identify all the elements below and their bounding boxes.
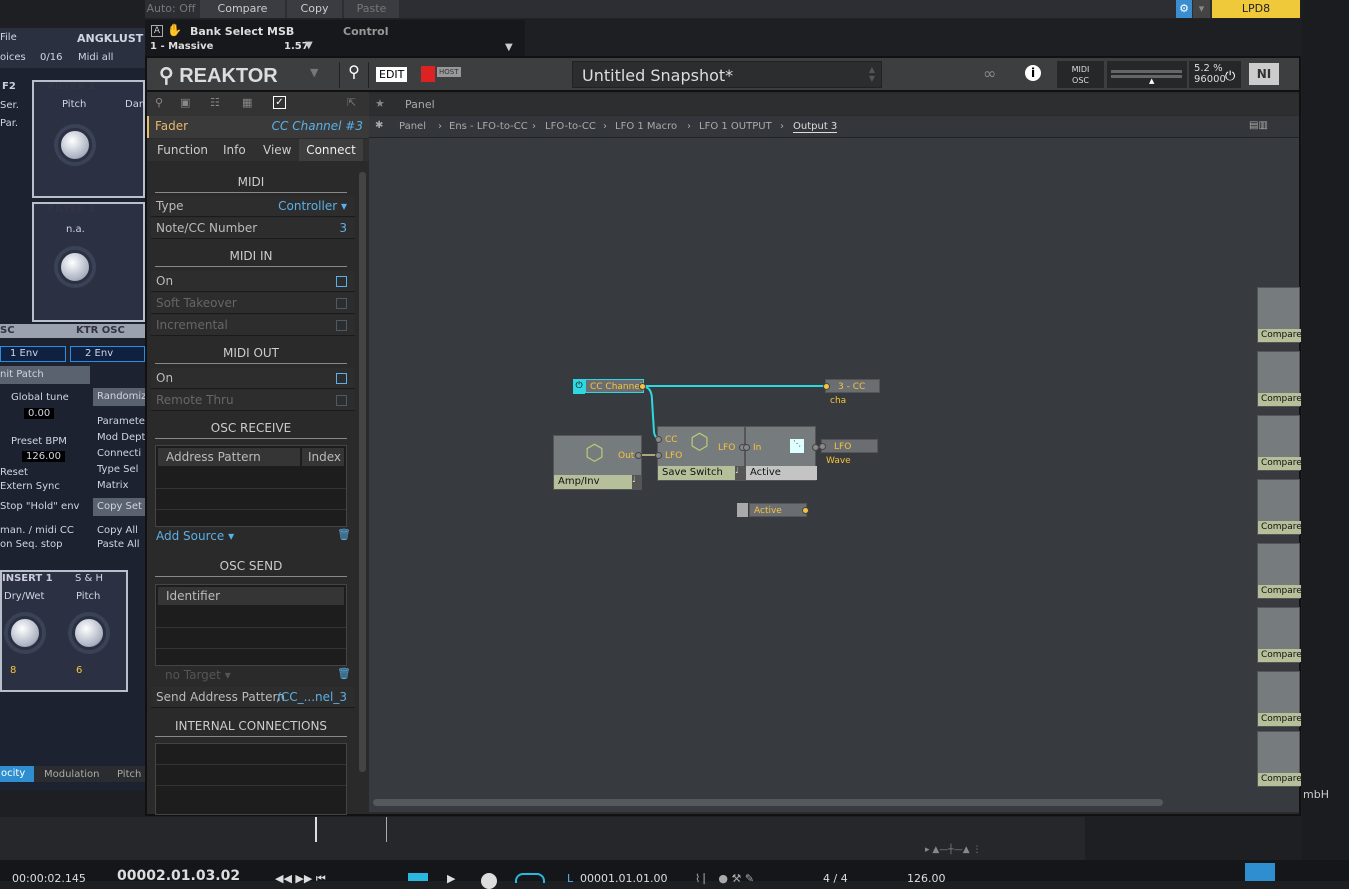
lfo-wave-module[interactable]: LFO Wave bbox=[819, 439, 878, 466]
cc-port-label: CC bbox=[665, 435, 678, 445]
compare-module[interactable]: Compare bbox=[1257, 671, 1301, 727]
time-display: 00:00:02.145 bbox=[12, 872, 86, 885]
metronome-icon[interactable]: ⌇ ⎸ ● ⚒ ✎ bbox=[695, 872, 754, 886]
compare-module[interactable]: Compare bbox=[1257, 731, 1301, 787]
compare-label: Compare bbox=[1258, 457, 1301, 470]
active-label: Active bbox=[754, 506, 782, 516]
button-icon bbox=[737, 503, 748, 517]
macro-label: Amp/Inv bbox=[554, 475, 632, 489]
input-port[interactable] bbox=[655, 436, 662, 443]
vendor-text: mbH bbox=[1303, 788, 1329, 801]
compare-module[interactable]: Compare bbox=[1257, 479, 1301, 535]
loop-start-display[interactable]: 00001.01.01.00 bbox=[580, 872, 667, 885]
stop-icon[interactable] bbox=[408, 873, 428, 881]
in-port-label: In bbox=[753, 443, 762, 453]
amp-inv-macro[interactable]: ⬡ Out Amp/Inv ♩ bbox=[553, 435, 642, 490]
input-port[interactable] bbox=[819, 443, 826, 450]
compare-module[interactable]: Compare bbox=[1257, 351, 1301, 407]
router-icon: ⋱ bbox=[790, 439, 804, 453]
arrange-timeline: ▸ ▲—┼—▲ ⋮ bbox=[0, 817, 1085, 860]
output-port[interactable] bbox=[639, 383, 646, 390]
cc-channel-label: CC Channel bbox=[590, 382, 643, 392]
compare-module[interactable]: Compare bbox=[1257, 415, 1301, 471]
input-port[interactable] bbox=[655, 452, 662, 459]
play-icon[interactable]: ▶ bbox=[447, 872, 455, 885]
compare-label: Compare bbox=[1258, 329, 1301, 342]
compare-label: Compare bbox=[1258, 393, 1301, 406]
input-port[interactable] bbox=[823, 383, 830, 390]
tempo-display[interactable]: 126.00 bbox=[907, 872, 946, 885]
rewind-icon[interactable]: ◀◀ ▶▶ ⏮ bbox=[275, 872, 326, 886]
lfo-wave-label: LFO Wave bbox=[826, 442, 852, 466]
lfo-port-label: LFO bbox=[665, 451, 683, 461]
compare-module[interactable]: Compare bbox=[1257, 607, 1301, 663]
active-module[interactable]: In ⋱ Active bbox=[743, 426, 819, 481]
compare-label: Compare bbox=[1258, 521, 1301, 534]
time-signature[interactable]: 4 / 4 bbox=[823, 872, 848, 885]
compare-module[interactable]: Compare bbox=[1257, 543, 1301, 599]
active-button-module[interactable]: Active bbox=[749, 503, 809, 517]
macro-cube-icon: ⬡ bbox=[690, 430, 710, 455]
compare-label: Compare bbox=[1258, 585, 1301, 598]
output-port[interactable] bbox=[802, 507, 809, 514]
knob-icon: ⏻ bbox=[573, 379, 585, 394]
host-button[interactable] bbox=[1245, 863, 1275, 881]
compare-module[interactable]: Compare bbox=[1257, 287, 1301, 343]
input-port[interactable] bbox=[743, 444, 750, 451]
lfo-out-label: LFO bbox=[718, 443, 736, 453]
zoom-slider[interactable]: ▸ ▲—┼—▲ ⋮ bbox=[925, 845, 982, 855]
compare-label: Compare bbox=[1258, 713, 1301, 726]
cc-output-module[interactable]: 3 - CC cha bbox=[823, 379, 880, 406]
compare-label: Compare bbox=[1258, 773, 1301, 786]
output-port[interactable] bbox=[635, 452, 642, 459]
macro-cube-icon: ⬡ bbox=[585, 441, 605, 466]
output-port[interactable] bbox=[812, 444, 819, 451]
note-icon: ♩ bbox=[632, 475, 641, 489]
compare-label: Compare bbox=[1258, 649, 1301, 662]
loop-icon[interactable] bbox=[515, 873, 545, 883]
record-icon[interactable] bbox=[481, 873, 497, 889]
macro-label: Save Switch bbox=[658, 466, 736, 480]
cc-channel-module[interactable]: CC Channel bbox=[585, 379, 646, 393]
host-right-panel bbox=[1302, 0, 1349, 860]
note-icon: ♩ bbox=[735, 466, 744, 480]
bars-display: 00002.01.03.02 bbox=[117, 868, 241, 884]
playhead[interactable] bbox=[315, 817, 317, 842]
save-switch-macro[interactable]: CC LFO ⬡ LFO Save Switch ♩ bbox=[655, 426, 746, 481]
loop-start-icon: L bbox=[567, 872, 574, 885]
out-port-label: Out bbox=[618, 451, 635, 461]
module-label: Active bbox=[746, 466, 817, 480]
